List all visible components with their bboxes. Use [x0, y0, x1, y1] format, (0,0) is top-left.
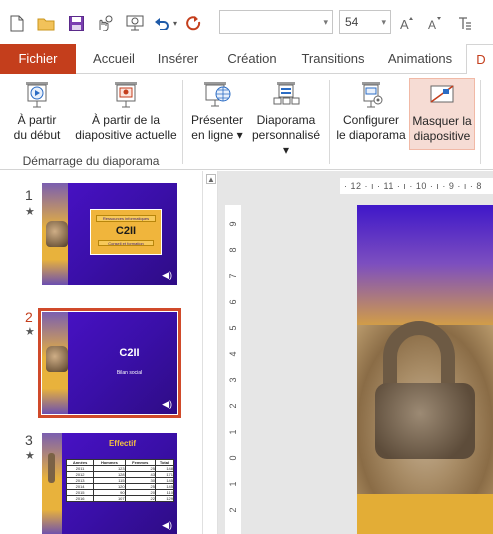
slide-number: 2 [25, 309, 33, 325]
ribbon-separator [480, 80, 481, 164]
from-beginning-button[interactable]: À partir du début [0, 78, 74, 150]
projector-play-icon [22, 80, 52, 110]
hide-slide-icon [427, 81, 457, 111]
effectif-table: Années Hommes Femmes Total 2011 123 25 1… [65, 459, 175, 502]
slide-thumbnail-1[interactable]: Ressources informatiques C2II Conseil et… [42, 183, 177, 285]
setup-slideshow-button[interactable]: Configurer le diaporama [333, 78, 409, 150]
current-slide[interactable] [357, 205, 493, 534]
animation-star-icon: ★ [25, 206, 35, 218]
thumbnails-scrollbar[interactable]: ▲ [202, 171, 218, 534]
new-document-icon[interactable] [8, 12, 26, 34]
title-box: Ressources informatiques C2II Conseil et… [90, 209, 162, 255]
clear-formatting-icon[interactable] [456, 12, 474, 34]
thumb-title: C2II [115, 225, 137, 237]
scroll-up-arrow-icon[interactable]: ▲ [206, 174, 216, 184]
padlock-image [46, 221, 68, 247]
animation-star-icon: ★ [25, 326, 35, 338]
hide-slide-button[interactable]: Masquer la diapositive [409, 78, 475, 150]
ribbon-separator [182, 80, 183, 164]
padlock-body [375, 383, 475, 459]
thumb-title: C2II [119, 347, 140, 359]
tab-home[interactable]: Accueil [84, 44, 144, 74]
horizontal-ruler: · 12 · ı · 11 · ı · 10 · ı · 9 · ı · 8 [340, 178, 493, 194]
slide-thumbnail-3[interactable]: Effectif Années Hommes Femmes Total 2011… [42, 433, 177, 534]
chevron-down-icon[interactable]: ▾ [323, 17, 328, 28]
globe-projector-icon [202, 80, 232, 110]
ribbon-separator [329, 80, 330, 164]
thumb-title: Effectif [108, 439, 137, 448]
decrease-font-size-icon[interactable]: A [426, 12, 444, 34]
thumb-subtitle: Bilan social [116, 370, 143, 376]
thumb-bottom-line: Conseil et formation [98, 240, 154, 246]
table-row: 2016 107 22 129 [65, 495, 175, 502]
svg-text:A: A [428, 18, 436, 30]
presentation-start-icon[interactable] [124, 12, 146, 34]
ribbon-panel: À partir du début À partir de la diaposi… [0, 74, 493, 170]
key-image [48, 453, 55, 483]
setup-slideshow-icon [356, 80, 386, 110]
group-label-start-slideshow: Démarrage du diaporama [22, 154, 160, 168]
ribbon-tab-bar: Fichier Accueil Insérer Création Transit… [0, 44, 493, 75]
padlock-image [46, 346, 68, 372]
open-folder-icon[interactable] [36, 12, 56, 34]
animation-star-icon: ★ [25, 450, 35, 462]
quick-access-toolbar: ▾ ▾ 54 ▾ A A [0, 0, 493, 44]
slide-thumbnails-pane: 1 ★ Ressources informatiques C2II Consei… [0, 171, 202, 534]
slide-thumbnail-2[interactable]: C2II Bilan social ◀) [38, 308, 181, 418]
chevron-down-icon[interactable]: ▾ [381, 17, 386, 28]
decorative-strip [42, 433, 62, 534]
svg-text:A: A [400, 17, 409, 30]
projector-current-slide-icon [111, 80, 141, 110]
present-online-button[interactable]: Présenter en ligne ▾ [186, 78, 248, 150]
font-size-value: 54 [345, 15, 359, 29]
undo-icon[interactable] [154, 12, 170, 34]
custom-slideshow-icon [271, 80, 301, 110]
slide-bottom-band [357, 494, 493, 534]
slide-number: 3 [25, 432, 33, 448]
tab-insert[interactable]: Insérer [150, 44, 206, 74]
tab-design[interactable]: Création [220, 44, 284, 74]
custom-slideshow-button[interactable]: Diaporama personnalisé ▾ [248, 78, 324, 157]
tab-slideshow[interactable]: D [466, 44, 493, 75]
tab-file[interactable]: Fichier [0, 44, 76, 74]
redo-icon[interactable] [184, 12, 204, 34]
tab-animations[interactable]: Animations [380, 44, 460, 74]
speaker-icon: ◀) [162, 270, 172, 280]
font-name-box[interactable]: ▾ [219, 10, 333, 34]
tab-transitions[interactable]: Transitions [296, 44, 370, 74]
slide-number: 1 [25, 187, 33, 203]
speaker-icon: ◀) [162, 520, 172, 530]
vertical-ruler: 9 8 7 6 5 4 3 2 1 0 1 2 [225, 205, 241, 534]
touch-mode-icon[interactable] [94, 12, 116, 34]
font-size-box[interactable]: 54 ▾ [339, 10, 391, 34]
undo-dropdown-icon[interactable]: ▾ [170, 12, 180, 34]
speaker-icon: ◀) [162, 399, 172, 409]
increase-font-size-icon[interactable]: A [398, 12, 416, 34]
thumb-top-line: Ressources informatiques [96, 215, 156, 222]
from-current-slide-button[interactable]: À partir de la diapositive actuelle [74, 78, 178, 150]
save-icon[interactable] [66, 12, 86, 34]
